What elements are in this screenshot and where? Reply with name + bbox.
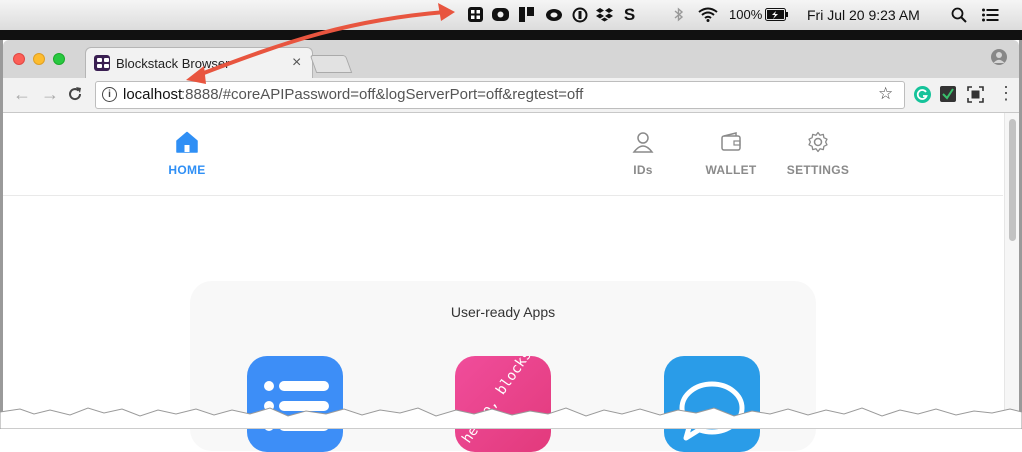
torn-edge — [0, 407, 1022, 429]
annotation-arrow — [186, 3, 455, 84]
